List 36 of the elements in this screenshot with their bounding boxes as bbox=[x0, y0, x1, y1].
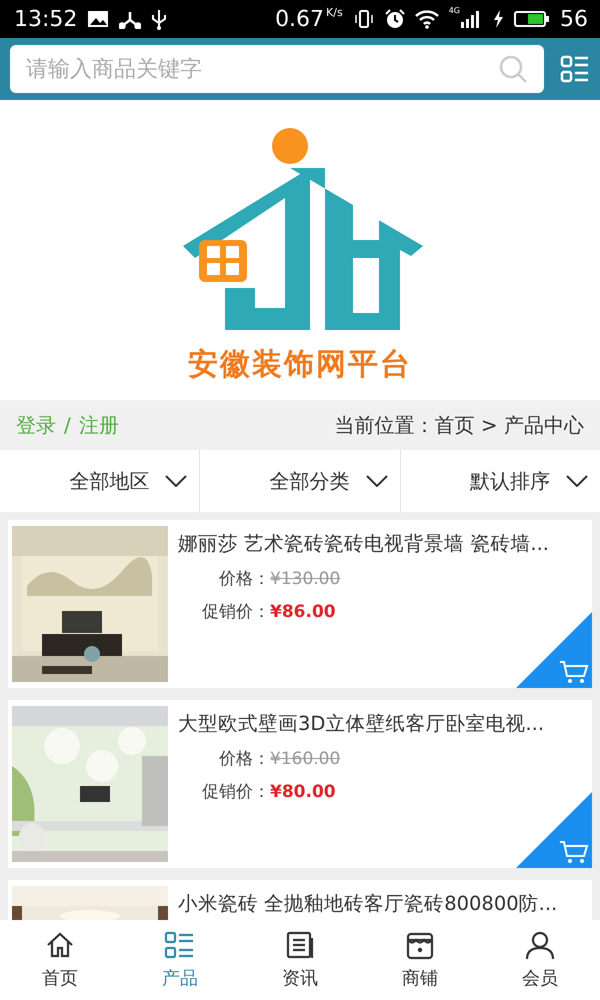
image-icon bbox=[87, 10, 110, 28]
sale-price-label: 促销价： bbox=[201, 781, 270, 803]
sale-price-label: 促销价： bbox=[201, 601, 270, 623]
separator: / bbox=[64, 413, 71, 437]
cart-button[interactable] bbox=[516, 792, 592, 868]
product-title[interactable]: 大型欧式壁画3D立体壁纸客厅卧室电视... bbox=[178, 710, 588, 737]
original-price: ¥130.00 bbox=[270, 568, 340, 588]
price-label: 价格： bbox=[218, 568, 270, 590]
product-title[interactable]: 娜丽莎 艺术瓷砖瓷砖电视背景墙 瓷砖墙... bbox=[178, 530, 588, 557]
menu-icon[interactable] bbox=[560, 54, 590, 84]
speed-unit: K/s bbox=[326, 6, 343, 19]
charging-icon bbox=[492, 9, 504, 29]
search-field[interactable]: 请输入商品关键字 bbox=[10, 45, 544, 93]
signal-icon bbox=[460, 9, 482, 29]
wifi-icon bbox=[414, 9, 439, 29]
battery-icon bbox=[514, 10, 550, 28]
clock: 13:52 bbox=[14, 6, 78, 32]
breadcrumb: 当前位置：首页 > 产品中心 bbox=[334, 412, 584, 438]
sale-price: ¥86.00 bbox=[270, 602, 336, 622]
battery-level: 56 bbox=[560, 6, 588, 32]
share-icon bbox=[119, 9, 142, 29]
price-label: 价格： bbox=[218, 748, 270, 770]
chevron-down-icon bbox=[366, 475, 388, 487]
original-price: ¥160.00 bbox=[270, 748, 340, 768]
sale-price: ¥80.00 bbox=[270, 782, 336, 802]
cart-button[interactable] bbox=[516, 612, 592, 688]
chevron-down-icon bbox=[566, 475, 588, 487]
alarm-icon bbox=[384, 9, 405, 29]
network-type: 4G bbox=[448, 6, 460, 15]
usb-icon bbox=[151, 8, 168, 30]
user-icon bbox=[524, 930, 556, 962]
platform-name: 安徽装饰网平台 bbox=[188, 346, 412, 384]
vibrate-icon bbox=[352, 9, 375, 29]
network-speed: 0.67 bbox=[275, 6, 324, 32]
shop-icon bbox=[404, 930, 436, 962]
chevron-down-icon bbox=[165, 475, 188, 487]
